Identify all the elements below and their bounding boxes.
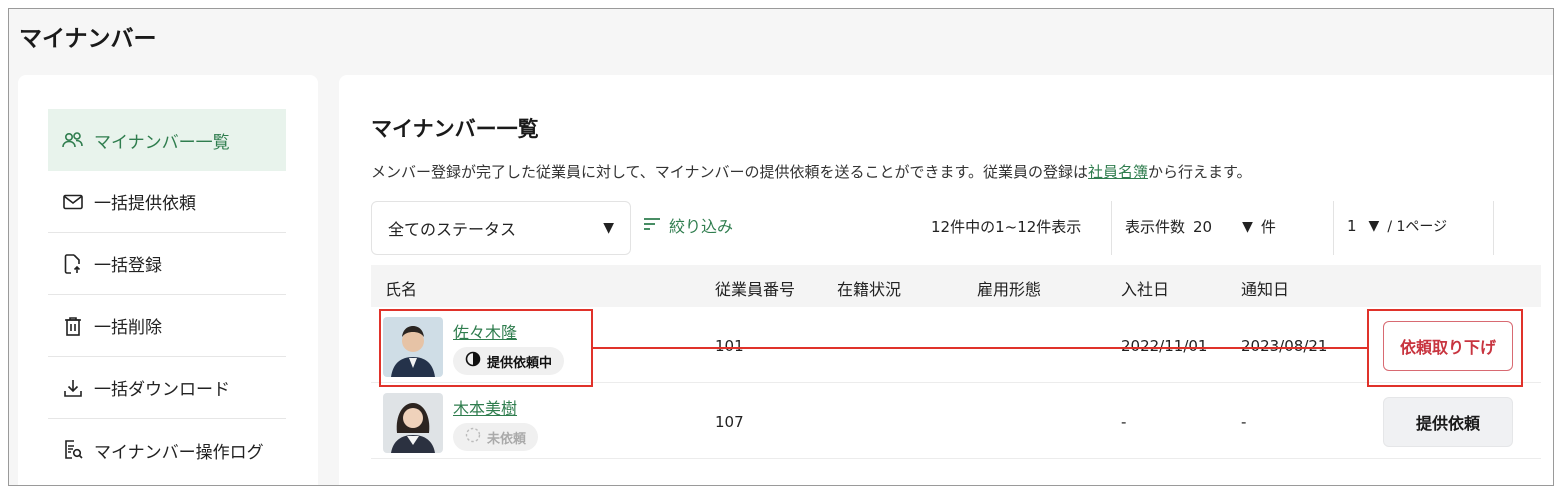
employee-no-cell: 107 xyxy=(715,413,744,431)
status-filter-select[interactable]: 全てのステータス ▼ xyxy=(371,201,631,255)
half-circle-icon xyxy=(465,351,481,371)
dashed-circle-icon xyxy=(465,427,481,447)
per-page-label: 表示件数 xyxy=(1125,218,1186,236)
notice-date-cell: 2023/08/21 xyxy=(1241,337,1328,355)
page-suffix: / 1ページ xyxy=(1387,219,1448,235)
join-date-cell: 2022/11/01 xyxy=(1121,337,1208,355)
table-header: 氏名 従業員番号 在籍状況 雇用形態 入社日 通知日 xyxy=(371,265,1541,307)
column-header-employee-no: 従業員番号 xyxy=(715,280,796,299)
per-page-unit: 件 xyxy=(1260,218,1276,236)
withdraw-request-button[interactable]: 依頼取り下げ xyxy=(1383,321,1513,371)
log-search-icon xyxy=(62,439,84,461)
column-header-notice-date: 通知日 xyxy=(1241,280,1290,299)
main-panel: マイナンバー一覧 メンバー登録が完了した従業員に対して、マイナンバーの提供依頼を… xyxy=(339,75,1553,485)
chevron-down-icon: ▼ xyxy=(1242,218,1253,235)
employee-directory-link[interactable]: 社員名簿 xyxy=(1088,163,1148,181)
status-badge-label: 未依頼 xyxy=(487,431,527,447)
sidebar-item-mynumber-list[interactable]: マイナンバー一覧 xyxy=(48,109,286,171)
sidebar-item-label: マイナンバー操作ログ xyxy=(94,442,264,463)
download-icon xyxy=(62,377,84,399)
chevron-down-icon: ▼ xyxy=(1368,218,1380,234)
status-badge: 未依頼 xyxy=(453,423,539,451)
status-filter-value: 全てのステータス xyxy=(388,220,517,239)
sidebar-item-label: 一括提供依頼 xyxy=(94,194,196,214)
per-page-control: 表示件数 20 ▼ 件 xyxy=(1125,216,1276,237)
table-row: 木本美樹 未依頼 107 - - 提供依頼 xyxy=(371,383,1541,459)
per-page-select[interactable]: 20 ▼ xyxy=(1193,218,1253,236)
avatar xyxy=(383,317,443,377)
file-upload-icon xyxy=(62,253,84,275)
avatar xyxy=(383,393,443,453)
page-control: 1 ▼ / 1ページ xyxy=(1347,216,1447,236)
section-title: マイナンバー一覧 xyxy=(371,117,539,141)
result-count: 12件中の1~12件表示 xyxy=(931,218,1082,236)
sidebar-item-bulk-request[interactable]: 一括提供依頼 xyxy=(48,171,286,233)
divider xyxy=(1333,201,1334,255)
sidebar: マイナンバー一覧 一括提供依頼 一括登録 一括削除 一括ダウンロード マイナンバ… xyxy=(18,75,318,485)
sidebar-item-label: 一括登録 xyxy=(94,256,162,276)
sidebar-item-bulk-register[interactable]: 一括登録 xyxy=(48,233,286,295)
users-icon xyxy=(62,129,84,151)
filter-icon xyxy=(643,216,661,235)
trash-icon xyxy=(62,315,84,337)
divider xyxy=(1493,201,1494,255)
status-badge-label: 提供依頼中 xyxy=(487,355,553,371)
divider xyxy=(1111,201,1112,255)
filter-label: 絞り込み xyxy=(669,217,734,236)
join-date-cell: - xyxy=(1121,413,1127,431)
column-header-employment-status: 在籍状況 xyxy=(837,280,902,299)
page-title: マイナンバー xyxy=(19,26,157,52)
employee-no-cell: 101 xyxy=(715,337,744,355)
page-value: 1 xyxy=(1347,217,1357,235)
notice-date-cell: - xyxy=(1241,413,1247,431)
mail-icon xyxy=(62,191,84,213)
send-request-button[interactable]: 提供依頼 xyxy=(1383,397,1513,447)
description-text-end: から行えます。 xyxy=(1148,163,1252,181)
description-text: メンバー登録が完了した従業員に対して、マイナンバーの提供依頼を送ることができます… xyxy=(371,163,1089,181)
sidebar-item-label: マイナンバー一覧 xyxy=(94,132,230,153)
page-select[interactable]: 1 ▼ xyxy=(1347,217,1379,235)
sidebar-item-bulk-delete[interactable]: 一括削除 xyxy=(48,295,286,357)
employee-name-link[interactable]: 佐々木隆 xyxy=(453,319,517,343)
chevron-down-icon: ▼ xyxy=(603,220,614,236)
sidebar-item-label: 一括削除 xyxy=(94,318,162,338)
app-window: マイナンバー マイナンバー一覧 一括提供依頼 一括登録 一括削除 一括ダウンロー… xyxy=(8,8,1554,486)
per-page-value: 20 xyxy=(1193,217,1213,236)
sidebar-item-operation-log[interactable]: マイナンバー操作ログ xyxy=(48,419,286,481)
status-badge: 提供依頼中 xyxy=(453,347,565,375)
column-header-join-date: 入社日 xyxy=(1121,280,1170,299)
description: メンバー登録が完了した従業員に対して、マイナンバーの提供依頼を送ることができます… xyxy=(371,161,1252,182)
sidebar-item-label: 一括ダウンロード xyxy=(94,380,230,400)
column-header-name: 氏名 xyxy=(385,280,418,299)
table-row: 佐々木隆 提供依頼中 101 2022/11/01 2023/08/21 依頼取… xyxy=(371,307,1541,383)
filter-button[interactable]: 絞り込み xyxy=(643,213,733,237)
column-header-employment-type: 雇用形態 xyxy=(977,280,1042,299)
sidebar-item-bulk-download[interactable]: 一括ダウンロード xyxy=(48,357,286,419)
employee-name-link[interactable]: 木本美樹 xyxy=(453,395,517,419)
